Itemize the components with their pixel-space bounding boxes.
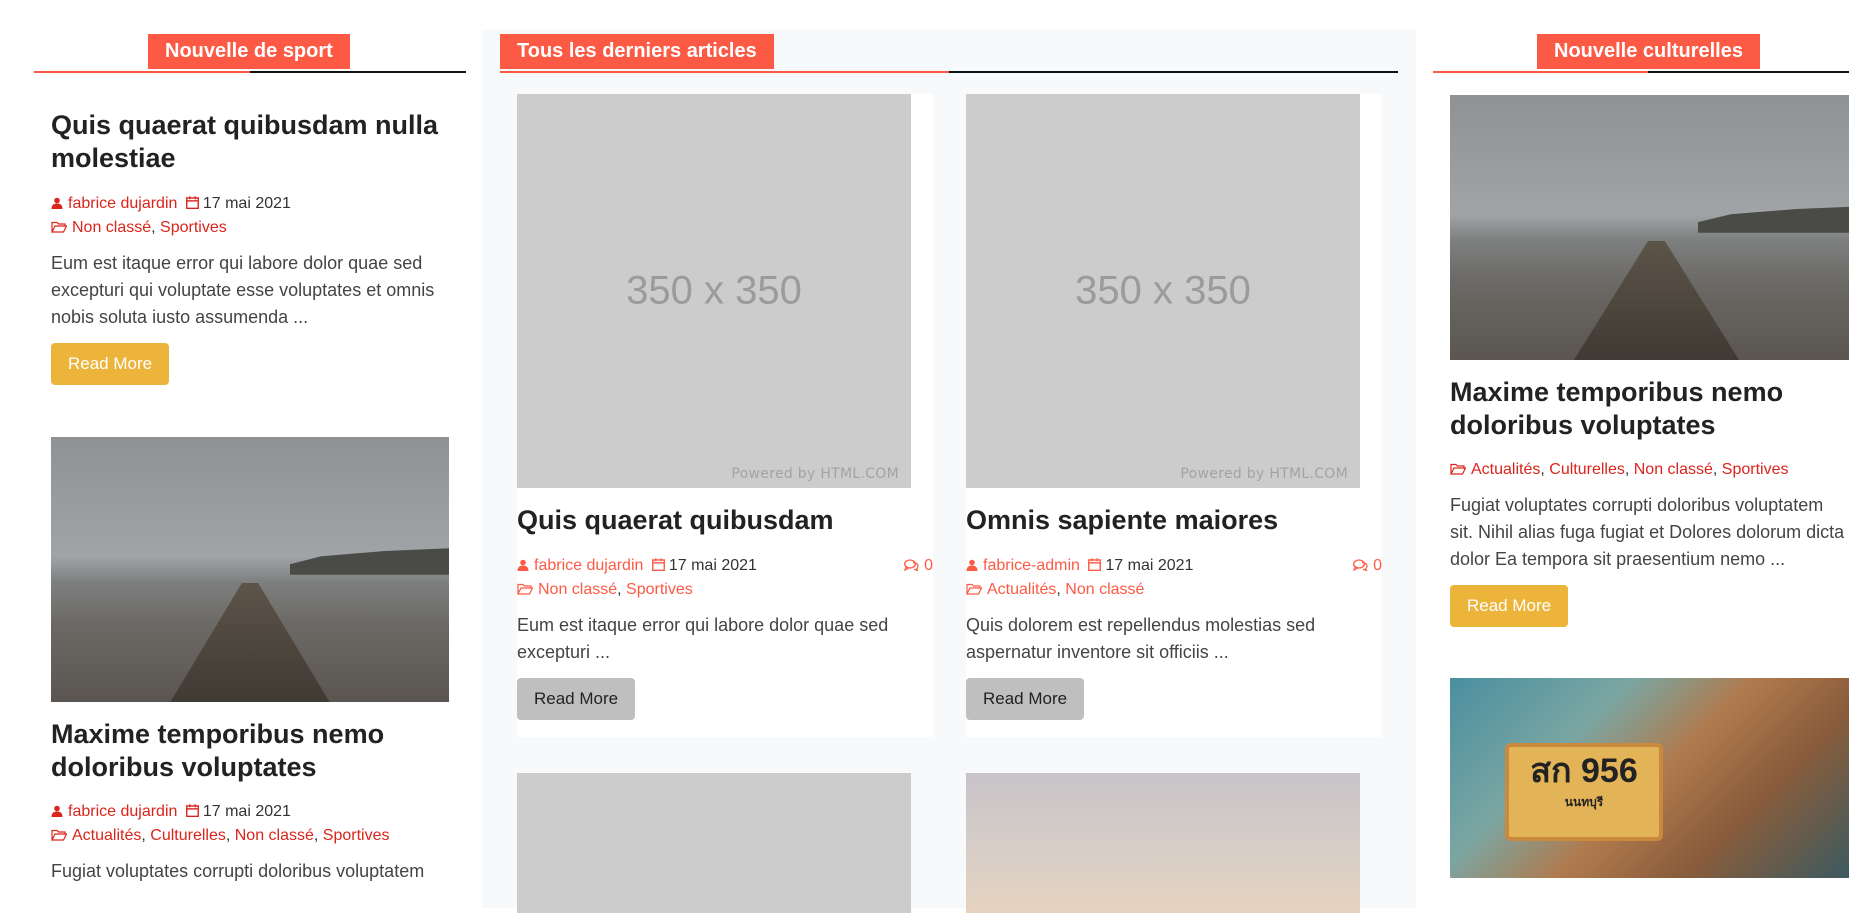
post: Quis quaerat quibusdam nulla molestiae f… bbox=[34, 73, 466, 385]
author-link[interactable]: fabrice dujardin bbox=[68, 803, 177, 820]
folder-icon bbox=[1450, 459, 1467, 475]
post-categories: Actualités, Non classé bbox=[966, 578, 1382, 602]
category-link[interactable]: Culturelles bbox=[150, 827, 226, 844]
category-link[interactable]: Non classé bbox=[538, 581, 617, 598]
post-image[interactable]: 350 x 350 Powered by HTML.COM bbox=[517, 94, 911, 488]
folder-icon bbox=[51, 825, 68, 841]
post-image[interactable] bbox=[51, 437, 449, 702]
post-meta: fabrice dujardin 17 mai 2021 bbox=[51, 800, 449, 824]
category-link[interactable]: Sportives bbox=[323, 827, 390, 844]
post-title[interactable]: Quis quaerat quibusdam bbox=[517, 504, 933, 537]
post-image[interactable]: สก 956 นนทบุรี bbox=[1450, 678, 1849, 878]
post-title[interactable]: Maxime temporibus nemo doloribus volupta… bbox=[1450, 376, 1849, 442]
user-icon bbox=[51, 801, 63, 817]
post-categories: Non classé, Sportives bbox=[517, 578, 933, 602]
post-title[interactable]: Omnis sapiente maiores bbox=[966, 504, 1382, 537]
calendar-icon bbox=[651, 555, 665, 572]
post-categories: Non classé, Sportives bbox=[51, 216, 449, 240]
post-meta: fabrice-admin 17 mai 2021 0 bbox=[966, 554, 1382, 578]
category-link[interactable]: Non classé bbox=[1065, 581, 1144, 598]
post-image[interactable]: 350 x 350 Powered by HTML.COM bbox=[966, 94, 1360, 488]
license-plate: สก 956 นนทบุรี bbox=[1505, 743, 1663, 841]
calendar-icon bbox=[185, 801, 199, 818]
category-link[interactable]: Sportives bbox=[1722, 461, 1789, 478]
post-excerpt: Eum est itaque error qui labore dolor qu… bbox=[517, 615, 889, 662]
category-link[interactable]: Actualités bbox=[987, 581, 1056, 598]
post: Maxime temporibus nemo doloribus volupta… bbox=[1433, 73, 1849, 627]
author-link[interactable]: fabrice dujardin bbox=[68, 195, 177, 212]
culture-news-column: Nouvelle culturelles Maxime temporibus n… bbox=[1433, 0, 1849, 878]
section-title: Tous les derniers articles bbox=[500, 34, 774, 69]
author-link[interactable]: fabrice dujardin bbox=[534, 557, 643, 574]
category-link[interactable]: Non classé bbox=[235, 827, 314, 844]
category-link[interactable]: Actualités bbox=[1471, 461, 1540, 478]
shore-shape bbox=[1697, 206, 1849, 233]
read-more-button[interactable]: Read More bbox=[51, 343, 170, 385]
sport-news-column: Nouvelle de sport Quis quaerat quibusdam… bbox=[34, 0, 466, 885]
post-excerpt: Eum est itaque error qui labore dolor qu… bbox=[51, 253, 435, 327]
pier-shape bbox=[170, 582, 330, 702]
read-more-button[interactable]: Read More bbox=[966, 678, 1085, 720]
post-date: 17 mai 2021 bbox=[202, 195, 291, 212]
section-divider-accent bbox=[1433, 71, 1648, 73]
placeholder-dimensions: 350 x 350 bbox=[1075, 268, 1251, 313]
post-excerpt: Quis dolorem est repellendus molestias s… bbox=[966, 615, 1316, 662]
pier-shape bbox=[1573, 240, 1740, 360]
post-title[interactable]: Maxime temporibus nemo doloribus volupta… bbox=[51, 718, 449, 784]
category-link[interactable]: Actualités bbox=[72, 827, 141, 844]
section-divider-accent bbox=[500, 71, 949, 73]
article-card: 350 x 350 Powered by HTML.COM Omnis sapi… bbox=[966, 94, 1382, 737]
post-meta: fabrice dujardin 17 mai 2021 bbox=[51, 192, 449, 216]
user-icon bbox=[966, 555, 978, 571]
category-link[interactable]: Culturelles bbox=[1549, 461, 1625, 478]
post-image[interactable] bbox=[517, 773, 911, 913]
user-icon bbox=[517, 555, 529, 571]
category-link[interactable]: Sportives bbox=[160, 219, 227, 236]
comments-icon bbox=[904, 555, 919, 572]
latest-section-header: Tous les derniers articles bbox=[500, 31, 1398, 73]
post-image[interactable] bbox=[966, 773, 1360, 913]
folder-icon bbox=[51, 217, 68, 233]
calendar-icon bbox=[185, 193, 199, 210]
post-categories: Actualités, Culturelles, Non classé, Spo… bbox=[1450, 458, 1849, 482]
post-meta: fabrice dujardin 17 mai 2021 0 bbox=[517, 554, 933, 578]
post-title[interactable]: Quis quaerat quibusdam nulla molestiae bbox=[51, 109, 449, 175]
placeholder-dimensions: 350 x 350 bbox=[626, 268, 802, 313]
folder-icon bbox=[517, 579, 534, 595]
author-link[interactable]: fabrice-admin bbox=[983, 557, 1080, 574]
placeholder-credit: Powered by HTML.COM bbox=[1180, 466, 1348, 482]
placeholder-credit: Powered by HTML.COM bbox=[731, 466, 899, 482]
read-more-button[interactable]: Read More bbox=[1450, 585, 1569, 627]
post-excerpt: Fugiat voluptates corrupti doloribus vol… bbox=[1450, 495, 1845, 569]
comments-icon bbox=[1353, 555, 1368, 572]
article-card: 350 x 350 Powered by HTML.COM Quis quaer… bbox=[517, 94, 933, 737]
read-more-button[interactable]: Read More bbox=[517, 678, 636, 720]
post-date: 17 mai 2021 bbox=[1105, 557, 1194, 574]
post: สก 956 นนทบุรี bbox=[1433, 627, 1849, 878]
post-date: 17 mai 2021 bbox=[202, 803, 291, 820]
post-image[interactable] bbox=[1450, 95, 1849, 360]
post-date: 17 mai 2021 bbox=[668, 557, 757, 574]
sport-section-header: Nouvelle de sport bbox=[34, 31, 466, 73]
shore-shape bbox=[289, 548, 449, 575]
post: Maxime temporibus nemo doloribus volupta… bbox=[34, 385, 466, 885]
section-title: Nouvelle culturelles bbox=[1537, 34, 1760, 69]
section-divider-accent bbox=[34, 71, 250, 73]
calendar-icon bbox=[1088, 555, 1102, 572]
comment-count[interactable]: 0 bbox=[904, 554, 933, 578]
culture-section-header: Nouvelle culturelles bbox=[1433, 31, 1849, 73]
folder-icon bbox=[966, 579, 983, 595]
post-excerpt: Fugiat voluptates corrupti doloribus vol… bbox=[51, 861, 425, 881]
category-link[interactable]: Sportives bbox=[626, 581, 693, 598]
category-link[interactable]: Non classé bbox=[1634, 461, 1713, 478]
section-title: Nouvelle de sport bbox=[148, 34, 350, 69]
latest-articles-column: Tous les derniers articles 350 x 350 Pow… bbox=[482, 30, 1416, 913]
comment-count[interactable]: 0 bbox=[1353, 554, 1382, 578]
user-icon bbox=[51, 193, 63, 209]
category-link[interactable]: Non classé bbox=[72, 219, 151, 236]
post-categories: Actualités, Culturelles, Non classé, Spo… bbox=[51, 824, 449, 848]
